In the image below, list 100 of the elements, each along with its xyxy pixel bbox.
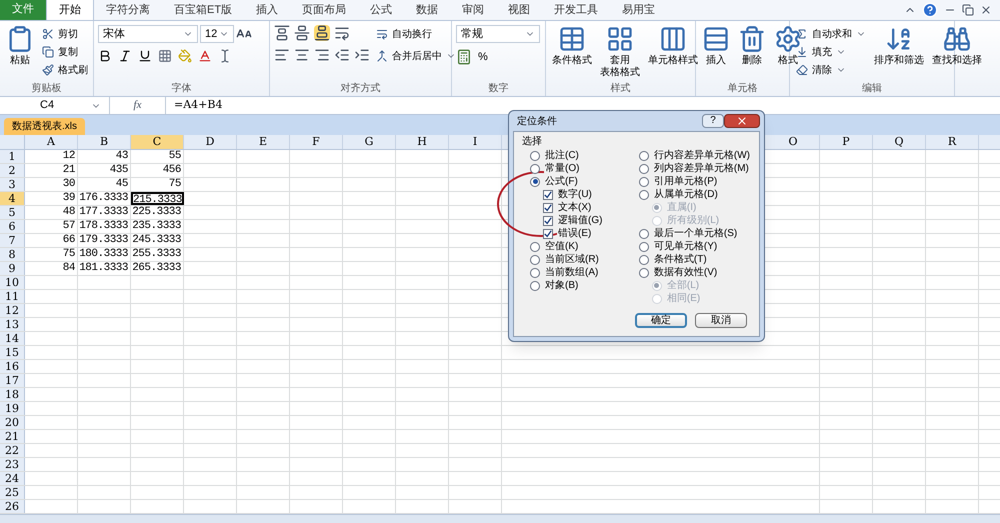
column-header[interactable]: Q [873, 135, 926, 149]
radio-button[interactable] [638, 190, 649, 200]
merge-center-button[interactable]: 合并后居中 [374, 47, 458, 65]
ribbon-tab[interactable]: 易用宝 [610, 0, 668, 20]
column-header[interactable]: O [767, 135, 820, 149]
radio-button[interactable] [530, 254, 540, 264]
ribbon-tab[interactable]: 页面布局 [290, 0, 358, 20]
radio-button[interactable] [530, 150, 540, 160]
format-icon [774, 25, 802, 53]
table-cell: 180.3333 [78, 248, 131, 261]
format-painter-button[interactable]: 格式刷 [40, 61, 90, 79]
column-header[interactable]: F [290, 135, 343, 149]
column-header[interactable]: C [131, 135, 184, 149]
sort-filter-button[interactable]: 排序和筛选 [872, 25, 926, 82]
indent-icon [354, 47, 370, 63]
conditional-format-button[interactable]: 条件格式 [550, 25, 594, 82]
radio-button[interactable] [638, 242, 649, 252]
table-format-button[interactable]: 套用 表格格式 [598, 25, 642, 82]
radio-button[interactable] [638, 164, 649, 174]
ribbon-tab[interactable]: 数据 [404, 0, 450, 20]
column-header[interactable]: D [184, 135, 237, 149]
radio-button[interactable] [638, 254, 649, 264]
checkbox[interactable] [543, 216, 553, 226]
table-cell: 75 [131, 178, 184, 191]
column-header[interactable]: P [820, 135, 873, 149]
row-header[interactable]: 19 [0, 402, 25, 415]
radio-button[interactable] [638, 176, 649, 186]
radio-button[interactable] [638, 228, 649, 238]
radio-button[interactable] [530, 164, 540, 174]
ribbon-tab[interactable]: 文件 [0, 0, 46, 20]
row-header[interactable]: 17 [0, 374, 25, 387]
percent-button[interactable]: % [478, 49, 488, 66]
name-box[interactable]: C4 [0, 97, 110, 114]
cell-style-button[interactable]: 单元格样式 [646, 25, 700, 82]
workbook-tab[interactable]: 数据透视表.xls [4, 118, 85, 135]
find-select-button[interactable]: 查找和选择 [930, 25, 984, 82]
checkbox[interactable] [543, 190, 553, 200]
wrap-text-button[interactable]: 自动换行 [374, 25, 458, 43]
ribbon-tab[interactable]: 百宝箱ET版 [162, 0, 244, 20]
row-header[interactable]: 13 [0, 318, 25, 331]
row-header[interactable]: 24 [0, 472, 25, 485]
ribbon-tab[interactable]: 插入 [244, 0, 290, 20]
checkbox[interactable] [543, 202, 553, 212]
row-header[interactable]: 5 [0, 206, 25, 219]
ribbon-tab[interactable]: 字符分离 [94, 0, 162, 20]
row-header[interactable]: 22 [0, 444, 25, 457]
delete-icon [738, 25, 766, 53]
copy-button[interactable]: 复制 [40, 43, 90, 61]
checkbox[interactable] [543, 228, 553, 238]
column-header[interactable]: H [396, 135, 449, 149]
font-size-field[interactable]: 12 [200, 25, 234, 43]
formula-field[interactable]: =A4+B4 [166, 97, 1000, 114]
cut-button[interactable]: 剪切 [40, 25, 90, 43]
row-header[interactable]: 7 [0, 234, 25, 247]
row-header[interactable]: 15 [0, 346, 25, 359]
radio-button[interactable] [530, 268, 540, 278]
row-header[interactable]: 2 [0, 164, 25, 177]
radio-button[interactable] [530, 242, 540, 252]
insert-button[interactable]: 插入 [700, 25, 732, 82]
column-header[interactable]: A [25, 135, 78, 149]
radio-button[interactable] [530, 280, 540, 290]
row-header[interactable]: 3 [0, 178, 25, 191]
row-header[interactable]: 21 [0, 430, 25, 443]
row-header[interactable]: 25 [0, 486, 25, 499]
insert-function-button[interactable]: fx [110, 97, 166, 114]
column-header[interactable]: I [449, 135, 502, 149]
row-header[interactable]: 23 [0, 458, 25, 471]
column-header[interactable]: R [926, 135, 979, 149]
number-format-field[interactable]: 常规 [456, 25, 540, 43]
row-header[interactable]: 9 [0, 262, 25, 275]
row-header[interactable]: 16 [0, 360, 25, 373]
delete-button[interactable]: 删除 [736, 25, 768, 82]
ribbon-tab[interactable]: 开始 [46, 0, 94, 20]
row-header[interactable]: 20 [0, 416, 25, 429]
row-header[interactable]: 8 [0, 248, 25, 261]
row-header[interactable]: 14 [0, 332, 25, 345]
radio-button[interactable] [530, 176, 540, 186]
ribbon-tab[interactable]: 视图 [496, 0, 542, 20]
font-family-field[interactable]: 宋体 [98, 25, 198, 43]
column-header[interactable]: G [343, 135, 396, 149]
dialog-button[interactable]: 确定 [635, 313, 687, 328]
row-header[interactable]: 1 [0, 150, 25, 163]
radio-button[interactable] [638, 268, 649, 278]
row-header[interactable]: 6 [0, 220, 25, 233]
row-header[interactable]: 10 [0, 276, 25, 289]
dialog-button[interactable]: 取消 [695, 313, 747, 328]
ribbon-tab[interactable]: 开发工具 [542, 0, 610, 20]
close-button[interactable] [724, 114, 760, 128]
row-header[interactable]: 11 [0, 290, 25, 303]
help-button[interactable]: ? [702, 114, 724, 128]
ribbon-tab[interactable]: 审阅 [450, 0, 496, 20]
align-bottom-icon [314, 25, 330, 41]
row-header[interactable]: 4 [0, 192, 25, 205]
paste-button[interactable]: 粘贴 [4, 25, 36, 82]
ribbon-tab[interactable]: 公式 [358, 0, 404, 20]
row-header[interactable]: 26 [0, 500, 25, 513]
column-header[interactable]: E [237, 135, 290, 149]
radio-button[interactable] [638, 150, 649, 160]
row-header[interactable]: 12 [0, 304, 25, 317]
row-header[interactable]: 18 [0, 388, 25, 401]
